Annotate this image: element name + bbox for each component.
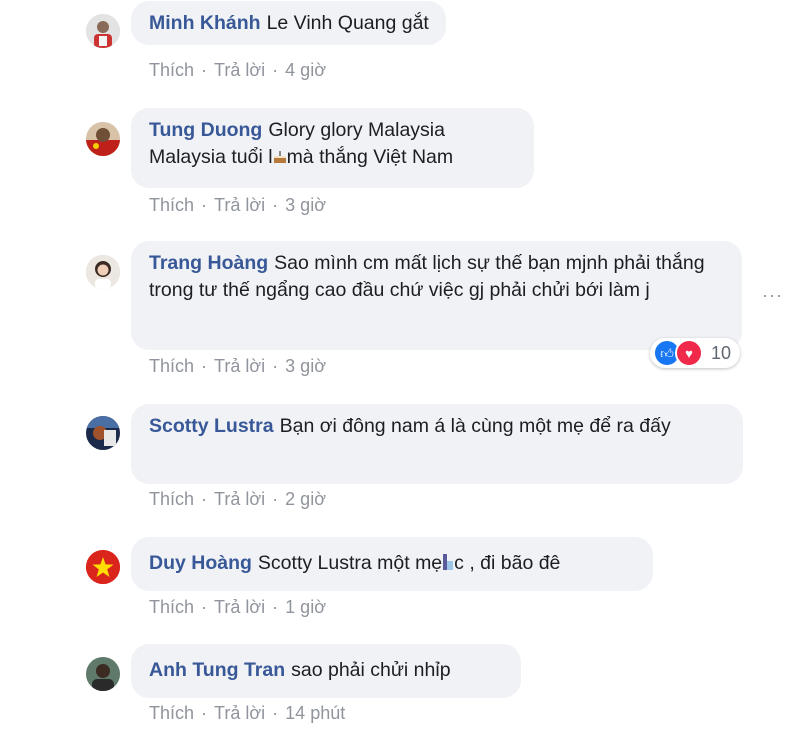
- timestamp[interactable]: 14 phút: [285, 703, 345, 723]
- comment-actions: Thích · Trả lời · 4 giờ: [149, 60, 326, 80]
- timestamp[interactable]: 2 giờ: [285, 489, 326, 509]
- comment-bubble: Scotty Lustra Bạn ơi đông nam á là cùng m…: [131, 404, 743, 484]
- comment-bubble: Anh Tung Tran sao phải chửi nhỉp: [131, 644, 521, 698]
- comment-author[interactable]: Tung Duong: [149, 119, 262, 141]
- comment-author[interactable]: Minh Khánh: [149, 12, 261, 34]
- timestamp[interactable]: 3 giờ: [285, 356, 326, 376]
- comment-text: Bạn ơi đông nam á là cùng một mẹ để ra đ…: [279, 415, 671, 437]
- avatar[interactable]: [86, 14, 120, 48]
- like-link[interactable]: Thích: [149, 356, 194, 376]
- comment-actions: Thích · Trả lời · 3 giờ: [149, 356, 326, 376]
- avatar[interactable]: [86, 122, 120, 156]
- love-icon: ♥: [675, 339, 703, 367]
- timestamp[interactable]: 1 giờ: [285, 597, 326, 617]
- comment-text: sao phải chửi nhỉp: [291, 659, 451, 681]
- comment-actions: Thích · Trả lời · 3 giờ: [149, 195, 326, 215]
- comment-actions: Thích · Trả lời · 14 phút: [149, 703, 346, 723]
- comment-text: Glory glory Malaysia: [268, 119, 445, 141]
- comment-actions: Thích · Trả lời · 1 giờ: [149, 597, 326, 617]
- comment-text: Scotty Lustra một mẹ: [257, 552, 443, 574]
- like-link[interactable]: Thích: [149, 195, 194, 215]
- comment-author[interactable]: Duy Hoàng: [149, 552, 252, 574]
- more-options-icon[interactable]: ···: [762, 285, 783, 306]
- avatar[interactable]: [86, 255, 120, 289]
- timestamp[interactable]: 4 giờ: [285, 60, 326, 80]
- comment-bubble: Tung Duong Glory glory Malaysia Malaysia …: [131, 108, 534, 188]
- comment-text: Le Vinh Quang gắt: [266, 12, 429, 34]
- reaction-count: 10: [711, 342, 732, 363]
- avatar[interactable]: [86, 550, 120, 584]
- comment-text: c , đi bão đê: [454, 552, 561, 574]
- reply-link[interactable]: Trả lời: [214, 195, 265, 215]
- like-link[interactable]: Thích: [149, 60, 194, 80]
- comment-text: Malaysia tuổi l: [149, 146, 273, 168]
- reply-link[interactable]: Trả lời: [214, 356, 265, 376]
- comment-bubble: Trang Hoàng Sao mình cm mất lịch sự thế b…: [131, 241, 742, 350]
- reply-link[interactable]: Trả lời: [214, 60, 265, 80]
- timestamp[interactable]: 3 giờ: [285, 195, 326, 215]
- reactions-summary[interactable]: 👍︎ ♥ 10: [650, 338, 741, 368]
- comment-author[interactable]: Scotty Lustra: [149, 415, 274, 437]
- comment-actions: Thích · Trả lời · 2 giờ: [149, 489, 326, 509]
- reply-link[interactable]: Trả lời: [214, 597, 265, 617]
- comment-text: mà thắng Việt Nam: [286, 146, 454, 168]
- comment-author[interactable]: Anh Tung Tran: [149, 659, 285, 681]
- emoji-icon: [442, 552, 454, 570]
- comment-bubble: Duy Hoàng Scotty Lustra một mẹ c , đi bão …: [131, 537, 653, 591]
- comment-bubble: Minh Khánh Le Vinh Quang gắt: [131, 1, 446, 45]
- avatar[interactable]: [86, 416, 120, 450]
- comment-author[interactable]: Trang Hoàng: [149, 252, 268, 274]
- reply-link[interactable]: Trả lời: [214, 489, 265, 509]
- avatar[interactable]: [86, 657, 120, 691]
- cake-emoji-icon: [273, 146, 287, 163]
- like-link[interactable]: Thích: [149, 703, 194, 723]
- reply-link[interactable]: Trả lời: [214, 703, 265, 723]
- like-link[interactable]: Thích: [149, 597, 194, 617]
- like-link[interactable]: Thích: [149, 489, 194, 509]
